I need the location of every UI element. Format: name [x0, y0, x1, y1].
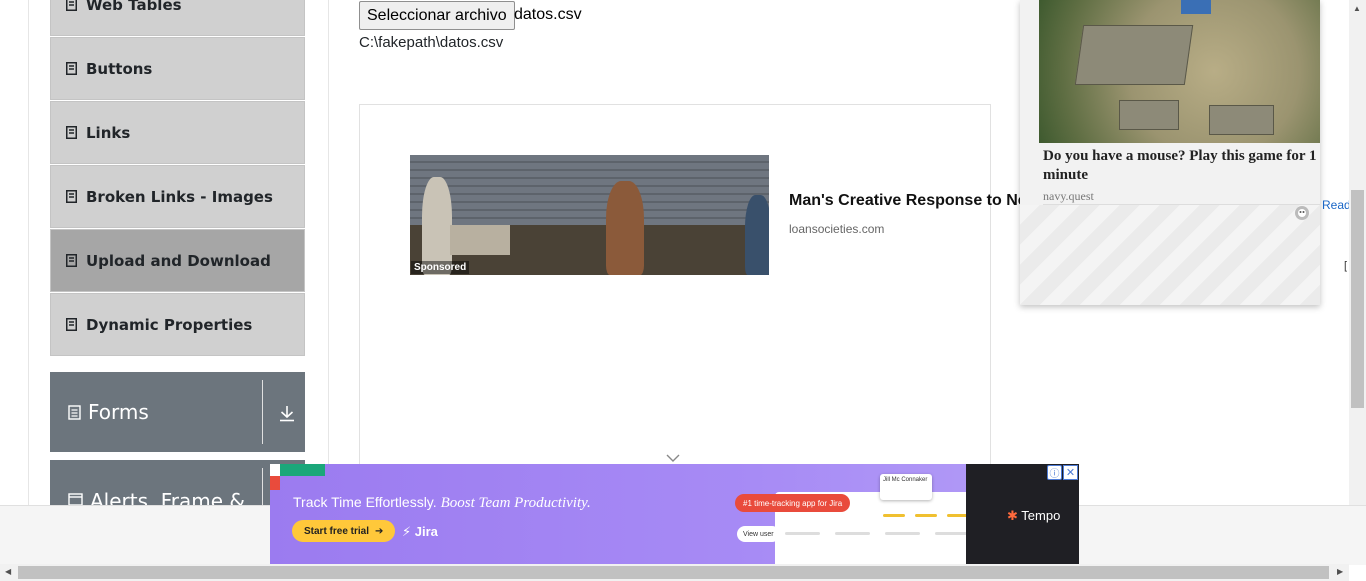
floating-ad[interactable]: Do you have a mouse? Play this game for … [1020, 0, 1320, 305]
sidebar-item-label: Buttons [86, 59, 153, 78]
tank-shape [1119, 100, 1179, 130]
ad-headline[interactable]: Man's Creative Response to Ne [789, 192, 1021, 210]
person-figure [606, 181, 644, 275]
banner-badge: #1 time-tracking app for Jira [735, 494, 851, 512]
arrow-right-icon: ➔ [375, 525, 384, 537]
porch-furniture [450, 225, 510, 255]
banner-headline-text: Track Time Effortlessly. [293, 494, 437, 510]
list-icon [65, 254, 77, 268]
ad-edge-marker: [ [1344, 260, 1348, 272]
person-figure [745, 195, 769, 275]
bottom-banner-ad[interactable]: Track Time Effortlessly. Boost Team Prod… [270, 464, 1079, 564]
mock-bar [883, 514, 905, 517]
horizontal-scrollbar[interactable]: ◀ ▶ [0, 564, 1349, 581]
mock-bar [885, 532, 920, 535]
sidebar-item-label: Dynamic Properties [86, 315, 253, 334]
download-arrow-icon[interactable] [278, 404, 296, 427]
floating-ad-domain[interactable]: navy.quest [1043, 189, 1094, 204]
scroll-up-arrow-icon[interactable]: ▲ [1353, 4, 1361, 13]
sidebar-border [328, 0, 329, 505]
mock-bar [915, 514, 937, 517]
uploaded-file-path: C:\fakepath\datos.csv [359, 34, 504, 51]
house-siding [410, 155, 769, 225]
game-ad-image[interactable] [1039, 0, 1320, 143]
vertical-scrollbar[interactable]: ▲ ▼ [1349, 0, 1366, 564]
sidebar-item-broken-links[interactable]: Broken Links - Images [50, 165, 305, 228]
tank-shape [1209, 105, 1274, 135]
scrollbar-thumb[interactable] [18, 566, 1329, 579]
list-icon [65, 126, 77, 140]
page: Web Tables Buttons Links Broken Links - … [0, 0, 1366, 581]
scroll-right-arrow-icon[interactable]: ▶ [1337, 567, 1343, 576]
sponsored-label: Sponsored [411, 261, 470, 274]
banner-headline: Track Time Effortlessly. Boost Team Prod… [293, 494, 591, 512]
list-icon [65, 62, 77, 76]
document-icon [68, 404, 81, 420]
jira-label: Jira [414, 524, 438, 539]
jira-logo: ⚡ Jira [402, 524, 438, 540]
close-icon[interactable]: ✕ [1063, 465, 1078, 480]
scroll-left-arrow-icon[interactable]: ◀ [5, 567, 11, 576]
selected-file-name: datos.csv [514, 6, 582, 23]
scrollbar-thumb[interactable] [1351, 190, 1364, 408]
tempo-label: Tempo [1021, 508, 1061, 523]
divider [1043, 204, 1320, 205]
jira-icon: ⚡ [402, 524, 412, 539]
floating-ad-title[interactable]: Do you have a mouse? Play this game for … [1043, 147, 1320, 185]
start-free-trial-button[interactable]: Start free trial ➔ [292, 520, 396, 542]
sidebar-item-dynamic-properties[interactable]: Dynamic Properties [50, 293, 305, 356]
left-border [28, 0, 29, 505]
ad-domain[interactable]: loansocieties.com [789, 222, 884, 236]
banner-headline-italic: Boost Team Productivity. [440, 495, 591, 511]
sidebar-item-links[interactable]: Links [50, 101, 305, 164]
list-icon [65, 0, 77, 12]
group-label: Forms [88, 400, 149, 424]
sidebar-item-upload-download[interactable]: Upload and Download [50, 229, 305, 292]
cta-label: Start free trial [304, 525, 370, 537]
banner-corner [270, 476, 280, 490]
ad-choices-icon[interactable] [1294, 205, 1310, 226]
flag-shape [1181, 0, 1211, 14]
sidebar-item-buttons[interactable]: Buttons [50, 37, 305, 100]
mock-bar [935, 532, 970, 535]
pattern-background [1020, 205, 1320, 305]
sidebar-item-label: Broken Links - Images [86, 187, 273, 206]
list-icon [65, 318, 77, 332]
tempo-icon: ✱ [1007, 508, 1018, 523]
banner-corner [270, 464, 325, 476]
sidebar-item-web-tables[interactable]: Web Tables [50, 0, 305, 36]
list-icon [65, 190, 77, 204]
tank-shape [1074, 25, 1194, 85]
mock-card: Jill Mc Connaker [880, 474, 932, 500]
mock-bar [785, 532, 820, 535]
choose-file-button[interactable]: Seleccionar archivo [359, 1, 515, 30]
ad-info-icon[interactable]: ⓘ [1047, 465, 1062, 480]
sidebar-item-label: Upload and Download [86, 251, 271, 270]
sidebar-item-label: Links [86, 123, 131, 142]
sponsored-ad-image[interactable] [410, 155, 769, 275]
mock-bar [835, 532, 870, 535]
group-forms[interactable]: Forms [50, 372, 305, 452]
tempo-logo: ✱ Tempo [1007, 508, 1060, 524]
divider [262, 380, 263, 444]
sidebar-item-label: Web Tables [86, 0, 182, 14]
view-user-pill: View user [737, 526, 780, 542]
